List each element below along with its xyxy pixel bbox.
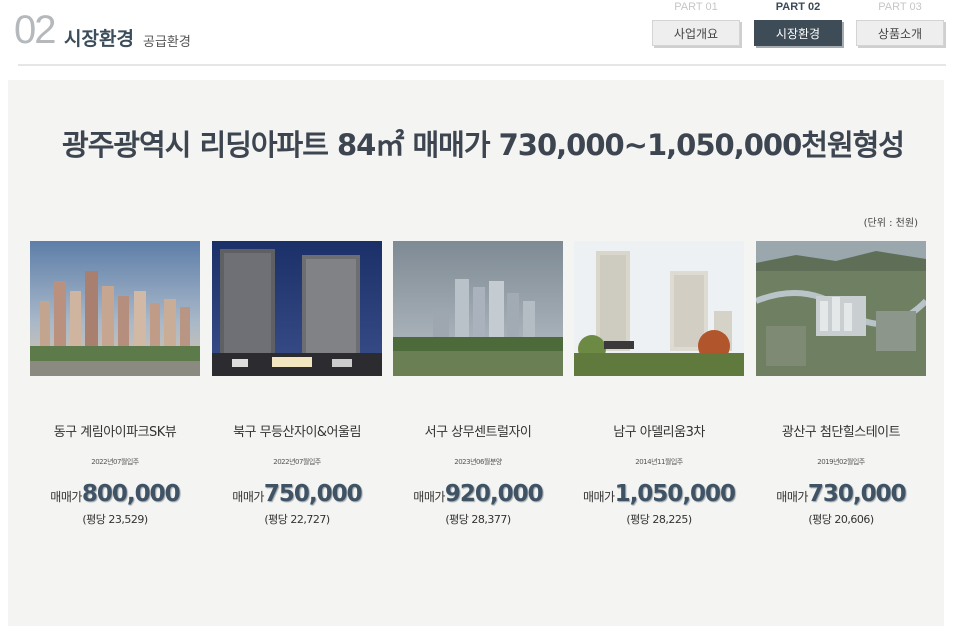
nav-button-business-overview[interactable]: 사업개요 xyxy=(652,20,740,46)
nav-part-02: PART 02 시장환경 xyxy=(754,0,842,46)
price-per-pyeong: (평당 20,606) xyxy=(808,513,874,526)
apartment-photo xyxy=(30,241,200,376)
apartment-date: 2019년02월입주 xyxy=(817,458,865,466)
price-per-pyeong: (평당 28,377) xyxy=(445,513,511,526)
apartment-card-5: 광산구 첨단힐스테이트 2019년02월입주 매매가730,000 (평당 20… xyxy=(756,241,926,526)
apartment-photo xyxy=(393,241,563,376)
header-divider xyxy=(18,64,946,66)
apartment-card-1: 동구 계림아이파크SK뷰 2022년07월입주 매매가800,000 (평당 2… xyxy=(30,241,200,526)
price-value: 730,000 xyxy=(807,481,907,507)
apartment-date: 2023년06월분양 xyxy=(454,458,502,466)
section-title: 시장환경 xyxy=(64,28,134,50)
section-number: 02 xyxy=(14,8,56,52)
price-value: 920,000 xyxy=(444,481,544,507)
apartment-price: 매매가730,000 xyxy=(736,481,946,507)
price-value: 1,050,000 xyxy=(614,481,736,507)
price-per-pyeong: (평당 23,529) xyxy=(82,513,148,526)
price-label: 매매가 xyxy=(50,490,82,504)
price-label: 매매가 xyxy=(776,490,808,504)
apartment-card-2: 북구 무등산자이&어울림 2022년07월입주 매매가750,000 (평당 2… xyxy=(212,241,382,526)
apartment-price: 매매가750,000 xyxy=(192,481,402,507)
part-label: PART 03 xyxy=(878,1,922,13)
apartment-photo xyxy=(756,241,926,376)
apartment-date: 2022년07월입주 xyxy=(91,458,139,466)
nav-button-product-intro[interactable]: 상품소개 xyxy=(856,20,944,46)
apartment-name: 남구 아델리움3차 xyxy=(613,425,705,440)
apartment-date: 2014년11월입주 xyxy=(635,458,683,466)
apartment-card-4: 남구 아델리움3차 2014년11월입주 매매가1,050,000 (평당 28… xyxy=(574,241,744,526)
apartment-card-3: 서구 상무센트럴자이 2023년06월분양 매매가920,000 (평당 28,… xyxy=(393,241,563,526)
apartment-name: 동구 계림아이파크SK뷰 xyxy=(53,425,177,440)
page-header: 02 시장환경 공급환경 PART 01 사업개요 PART 02 시장환경 P… xyxy=(0,0,966,66)
price-per-pyeong: (평당 22,727) xyxy=(264,513,330,526)
price-label: 매매가 xyxy=(582,490,615,504)
part-label: PART 01 xyxy=(674,1,718,13)
part-label: PART 02 xyxy=(775,1,821,13)
headline: 광주광역시 리딩아파트 84㎡ 매매가 730,000~1,050,000천원형… xyxy=(62,128,905,162)
unit-note: (단위 : 천원) xyxy=(863,218,918,229)
apartment-date: 2022년07월입주 xyxy=(273,458,321,466)
apartment-price: 매매가920,000 xyxy=(373,481,583,507)
price-value: 800,000 xyxy=(81,481,181,507)
apartment-photo xyxy=(212,241,382,376)
price-value: 750,000 xyxy=(263,481,363,507)
apartment-name: 북구 무등산자이&어울림 xyxy=(233,425,361,440)
apartment-photo xyxy=(574,241,744,376)
price-label: 매매가 xyxy=(232,490,264,504)
apartment-price: 매매가800,000 xyxy=(10,481,220,507)
apartment-name: 서구 상무센트럴자이 xyxy=(424,425,532,440)
nav-part-01: PART 01 사업개요 xyxy=(652,0,740,46)
apartment-price: 매매가1,050,000 xyxy=(554,481,764,507)
section-subtitle: 공급환경 xyxy=(143,35,191,50)
price-per-pyeong: (평당 28,225) xyxy=(626,513,692,526)
apartment-name: 광산구 첨단힐스테이트 xyxy=(781,425,901,440)
nav-part-03: PART 03 상품소개 xyxy=(856,0,944,46)
nav-button-market-environment[interactable]: 시장환경 xyxy=(754,20,842,46)
price-label: 매매가 xyxy=(413,490,445,504)
